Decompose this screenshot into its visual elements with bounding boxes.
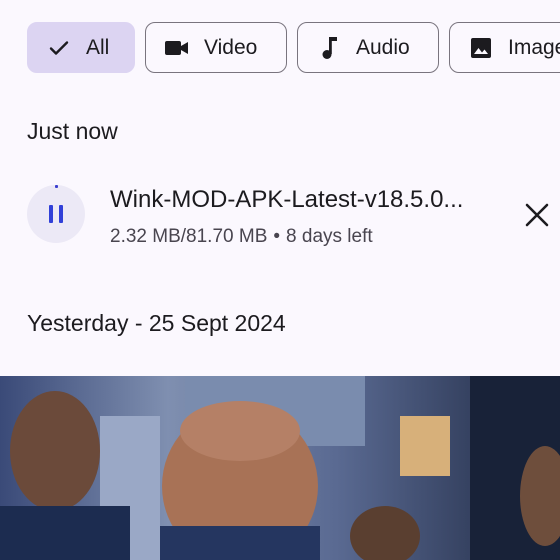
cancel-download-button[interactable]: [521, 201, 553, 233]
filter-chip-audio-label: Audio: [356, 35, 410, 59]
filter-chip-image-label: Image: [508, 35, 560, 59]
thumbnail-photo: [0, 376, 560, 560]
image-icon: [468, 35, 494, 61]
filter-chip-video-label: Video: [204, 35, 258, 59]
music-note-icon: [316, 35, 342, 61]
section-header-recent: Just now: [27, 118, 118, 144]
progress-indicator: [55, 185, 58, 188]
filter-chip-all-label: All: [86, 35, 110, 59]
filter-chip-video[interactable]: Video: [145, 22, 287, 73]
filter-chip-audio[interactable]: Audio: [297, 22, 439, 73]
pause-download-button[interactable]: [27, 185, 85, 243]
download-thumbnail-image[interactable]: [0, 376, 560, 560]
check-icon: [46, 35, 72, 61]
close-icon: [524, 202, 550, 233]
download-progress-text: 2.32 MB/81.70 MB: [110, 226, 268, 247]
filter-chips: All Video Audio Image: [27, 22, 560, 73]
filter-chip-all[interactable]: All: [27, 22, 135, 73]
downloads-screen: All Video Audio Image Just now Wink-MOD-…: [0, 0, 560, 560]
meta-separator: •: [273, 226, 281, 247]
videocam-icon: [164, 35, 190, 61]
section-header-yesterday: Yesterday - 25 Sept 2024: [27, 310, 286, 336]
pause-icon: [49, 205, 63, 223]
download-meta: 2.32 MB/81.70 MB • 8 days left: [110, 226, 373, 248]
download-file-name[interactable]: Wink-MOD-APK-Latest-v18.5.0...: [110, 186, 500, 214]
download-time-left: 8 days left: [286, 226, 373, 247]
filter-chip-image[interactable]: Image: [449, 22, 560, 73]
